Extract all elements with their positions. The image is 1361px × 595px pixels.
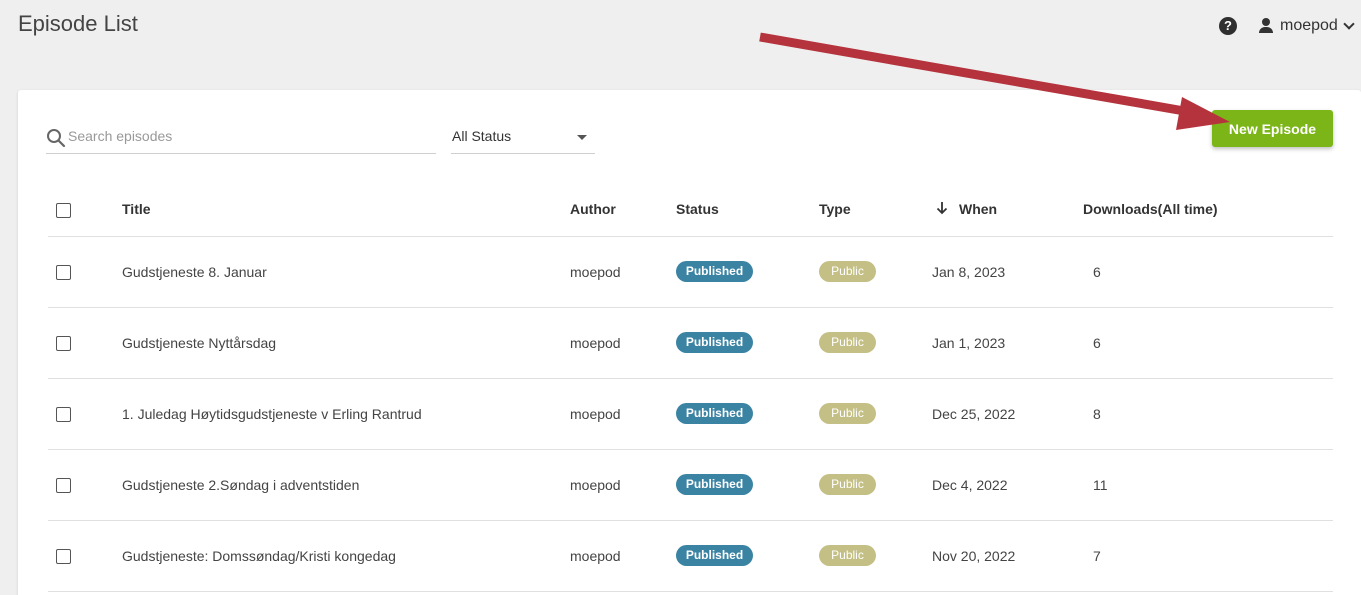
status-badge: Published <box>676 332 753 353</box>
type-badge: Public <box>819 261 876 282</box>
column-header-when[interactable]: When <box>959 201 997 217</box>
help-icon[interactable]: ? <box>1219 17 1237 35</box>
header-divider <box>48 236 1333 237</box>
episode-downloads: 6 <box>1093 264 1101 280</box>
row-checkbox[interactable] <box>56 549 71 564</box>
episode-author: moepod <box>570 264 621 280</box>
row-checkbox[interactable] <box>56 478 71 493</box>
episode-date: Jan 8, 2023 <box>932 264 1006 280</box>
user-icon <box>1258 18 1274 34</box>
type-badge: Public <box>819 474 876 495</box>
episode-title[interactable]: Gudstjeneste Nyttårsdag <box>122 335 276 351</box>
episode-title[interactable]: Gudstjeneste 8. Januar <box>122 264 267 280</box>
episode-author: moepod <box>570 548 621 564</box>
row-divider <box>48 307 1333 308</box>
dropdown-arrow-icon <box>577 135 587 140</box>
row-checkbox[interactable] <box>56 265 71 280</box>
column-header-downloads[interactable]: Downloads(All time) <box>1083 201 1218 217</box>
chevron-down-icon <box>1343 18 1355 30</box>
status-badge: Published <box>676 261 753 282</box>
episode-date: Jan 1, 2023 <box>932 335 1006 351</box>
episode-downloads: 6 <box>1093 335 1101 351</box>
search-field <box>46 118 436 154</box>
search-input[interactable] <box>68 126 428 146</box>
row-checkbox[interactable] <box>56 336 71 351</box>
episode-date: Dec 25, 2022 <box>932 406 1016 422</box>
new-episode-button[interactable]: New Episode <box>1212 110 1333 147</box>
episode-date: Nov 20, 2022 <box>932 548 1016 564</box>
episode-author: moepod <box>570 406 621 422</box>
episode-title[interactable]: Gudstjeneste 2.Søndag i adventstiden <box>122 477 359 493</box>
episode-author: moepod <box>570 477 621 493</box>
column-header-status[interactable]: Status <box>676 201 719 217</box>
row-divider <box>48 591 1333 592</box>
user-name: moepod <box>1280 17 1338 34</box>
type-badge: Public <box>819 545 876 566</box>
episode-date: Dec 4, 2022 <box>932 477 1008 493</box>
user-menu[interactable]: moepod <box>1258 14 1355 38</box>
row-divider <box>48 449 1333 450</box>
column-header-author[interactable]: Author <box>570 201 616 217</box>
status-badge: Published <box>676 403 753 424</box>
episode-author: moepod <box>570 335 621 351</box>
sort-descending-icon[interactable] <box>936 201 948 215</box>
search-icon <box>47 129 66 148</box>
episode-downloads: 7 <box>1093 548 1101 564</box>
column-header-type[interactable]: Type <box>819 201 851 217</box>
status-badge: Published <box>676 474 753 495</box>
status-filter-select[interactable]: All Status <box>451 118 595 154</box>
row-divider <box>48 520 1333 521</box>
episode-title[interactable]: Gudstjeneste: Domssøndag/Kristi kongedag <box>122 548 396 564</box>
status-badge: Published <box>676 545 753 566</box>
column-header-title[interactable]: Title <box>122 201 151 217</box>
episode-title[interactable]: 1. Juledag Høytidsgudstjeneste v Erling … <box>122 406 422 422</box>
select-all-checkbox[interactable] <box>56 203 71 218</box>
row-divider <box>48 378 1333 379</box>
episode-downloads: 8 <box>1093 406 1101 422</box>
page-title: Episode List <box>18 11 138 36</box>
type-badge: Public <box>819 332 876 353</box>
status-filter-value: All Status <box>452 128 512 144</box>
episode-downloads: 11 <box>1093 477 1108 493</box>
type-badge: Public <box>819 403 876 424</box>
row-checkbox[interactable] <box>56 407 71 422</box>
